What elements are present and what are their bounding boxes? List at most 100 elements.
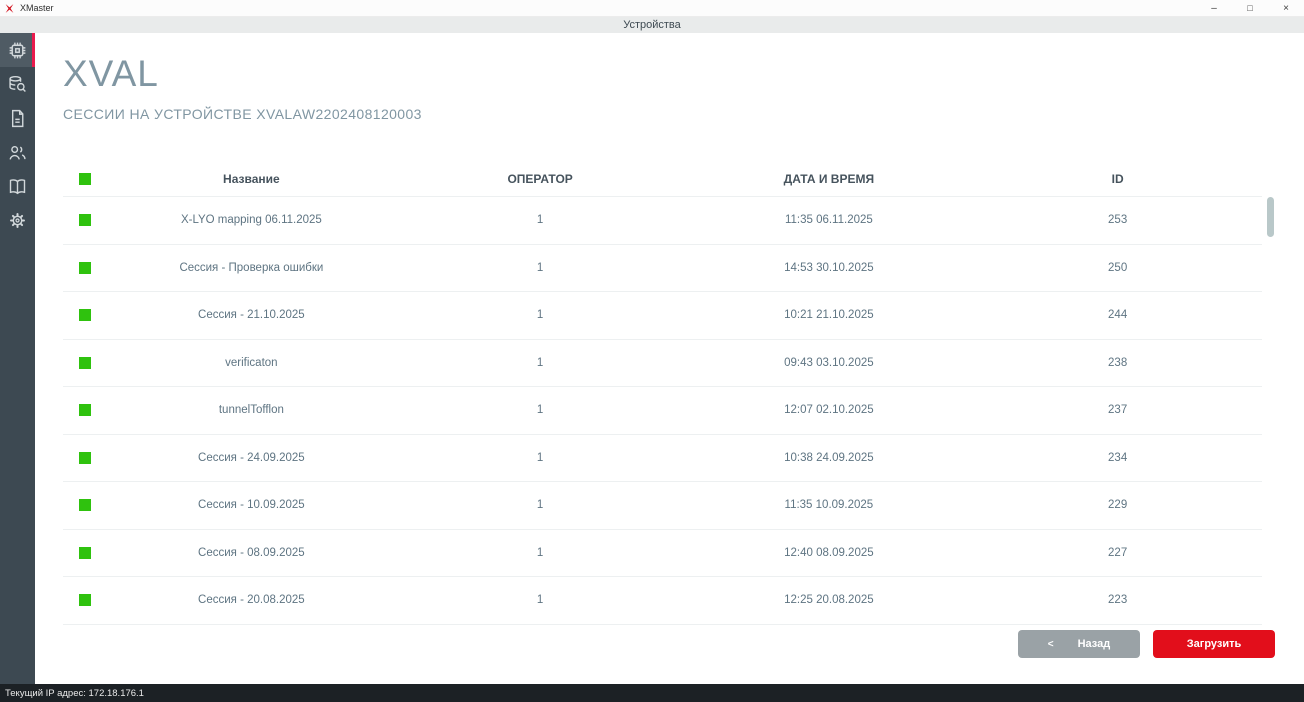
session-operator-cell: 1 [396, 547, 685, 559]
session-datetime-cell: 12:25 20.08.2025 [685, 594, 974, 606]
sidebar-item-settings[interactable] [0, 203, 35, 237]
session-datetime-cell: 14:53 30.10.2025 [685, 262, 974, 274]
column-header-id: ID [973, 172, 1262, 186]
close-button[interactable]: × [1268, 0, 1304, 16]
table-row[interactable]: verificaton 1 09:43 03.10.2025 238 [63, 339, 1262, 387]
main-content: XVAL СЕССИИ НА УСТРОЙСТВЕ XVALAW22024081… [35, 33, 1304, 684]
sidebar-item-documents[interactable] [0, 101, 35, 135]
session-id-cell: 238 [973, 357, 1262, 369]
session-id-cell: 227 [973, 547, 1262, 559]
status-cell [63, 309, 107, 321]
gear-icon [7, 210, 28, 231]
table-row[interactable]: Сессия - 21.10.2025 1 10:21 21.10.2025 2… [63, 291, 1262, 339]
table-row[interactable]: Сессия - Проверка ошибки 1 14:53 30.10.2… [63, 244, 1262, 292]
table-row[interactable]: Сессия - 08.09.2025 1 12:40 08.09.2025 2… [63, 529, 1262, 577]
table-row[interactable]: Сессия - 10.09.2025 1 11:35 10.09.2025 2… [63, 481, 1262, 529]
table-row[interactable]: Сессия - 24.09.2025 1 10:38 24.09.2025 2… [63, 434, 1262, 482]
session-datetime-cell: 11:35 06.11.2025 [685, 214, 974, 226]
window-controls: – □ × [1196, 0, 1304, 16]
session-operator-cell: 1 [396, 594, 685, 606]
session-name-cell: Сессия - 10.09.2025 [107, 499, 396, 511]
sidebar-item-users[interactable] [0, 135, 35, 169]
status-square-icon [79, 173, 91, 185]
session-operator-cell: 1 [396, 309, 685, 321]
column-header-datetime: ДАТА И ВРЕМЯ [685, 172, 974, 186]
status-square-icon [79, 547, 91, 559]
session-operator-cell: 1 [396, 452, 685, 464]
status-square-icon [79, 404, 91, 416]
status-square-icon [79, 262, 91, 274]
sidebar-item-devices[interactable] [0, 33, 35, 67]
sessions-table-body: X-LYO mapping 06.11.2025 1 11:35 06.11.2… [63, 196, 1262, 625]
session-datetime-cell: 10:21 21.10.2025 [685, 309, 974, 321]
page-subtitle: СЕССИИ НА УСТРОЙСТВЕ XVALAW2202408120003 [63, 106, 422, 122]
maximize-button[interactable]: □ [1232, 0, 1268, 16]
session-operator-cell: 1 [396, 499, 685, 511]
status-cell [63, 214, 107, 226]
table-row[interactable]: tunnelTofflon 1 12:07 02.10.2025 237 [63, 386, 1262, 434]
back-button[interactable]: < Назад [1018, 630, 1140, 658]
chevron-left-icon: < [1048, 639, 1054, 650]
table-scrollbar-thumb[interactable] [1267, 197, 1274, 237]
session-id-cell: 229 [973, 499, 1262, 511]
users-icon [7, 142, 28, 163]
status-column-header [63, 173, 107, 185]
status-cell [63, 357, 107, 369]
load-button[interactable]: Загрузить [1153, 630, 1275, 658]
column-header-operator: ОПЕРАТОР [396, 172, 685, 186]
session-id-cell: 250 [973, 262, 1262, 274]
session-id-cell: 234 [973, 452, 1262, 464]
current-ip-text: Текущий IP адрес: 172.18.176.1 [5, 688, 144, 699]
session-operator-cell: 1 [396, 404, 685, 416]
session-operator-cell: 1 [396, 262, 685, 274]
status-cell [63, 594, 107, 606]
status-square-icon [79, 594, 91, 606]
chip-icon [7, 40, 28, 61]
window-titlebar: XMaster – □ × [0, 0, 1304, 17]
sidebar-item-data-search[interactable] [0, 67, 35, 101]
status-square-icon [79, 214, 91, 226]
xmaster-logo-icon [4, 3, 15, 14]
sidebar-item-manual[interactable] [0, 169, 35, 203]
session-name-cell: X-LYO mapping 06.11.2025 [107, 214, 396, 226]
app-header-title: Устройства [623, 19, 681, 31]
status-cell [63, 452, 107, 464]
column-header-name: Название [107, 172, 396, 186]
session-name-cell: Сессия - 20.08.2025 [107, 594, 396, 606]
sidebar-nav [0, 33, 35, 684]
database-search-icon [7, 74, 28, 95]
table-row[interactable]: Сессия - 20.08.2025 1 12:25 20.08.2025 2… [63, 576, 1262, 624]
minimize-button[interactable]: – [1196, 0, 1232, 16]
back-button-label: Назад [1078, 638, 1111, 650]
session-id-cell: 223 [973, 594, 1262, 606]
session-name-cell: tunnelTofflon [107, 404, 396, 416]
status-cell [63, 262, 107, 274]
session-datetime-cell: 10:38 24.09.2025 [685, 452, 974, 464]
book-icon [7, 176, 28, 197]
status-cell [63, 499, 107, 511]
session-id-cell: 253 [973, 214, 1262, 226]
status-square-icon [79, 452, 91, 464]
session-id-cell: 244 [973, 309, 1262, 321]
session-name-cell: verificaton [107, 357, 396, 369]
session-operator-cell: 1 [396, 357, 685, 369]
session-name-cell: Сессия - 24.09.2025 [107, 452, 396, 464]
session-datetime-cell: 09:43 03.10.2025 [685, 357, 974, 369]
session-name-cell: Сессия - 08.09.2025 [107, 547, 396, 559]
status-square-icon [79, 309, 91, 321]
window-title: XMaster [20, 3, 54, 13]
status-square-icon [79, 357, 91, 369]
session-datetime-cell: 11:35 10.09.2025 [685, 499, 974, 511]
session-datetime-cell: 12:07 02.10.2025 [685, 404, 974, 416]
app-header: Устройства [0, 17, 1304, 33]
table-row[interactable]: X-LYO mapping 06.11.2025 1 11:35 06.11.2… [63, 196, 1262, 244]
session-operator-cell: 1 [396, 214, 685, 226]
status-square-icon [79, 499, 91, 511]
session-datetime-cell: 12:40 08.09.2025 [685, 547, 974, 559]
sessions-table-header: Название ОПЕРАТОР ДАТА И ВРЕМЯ ID [63, 162, 1262, 196]
sessions-table: Название ОПЕРАТОР ДАТА И ВРЕМЯ ID X-LYO … [63, 162, 1262, 625]
session-name-cell: Сессия - 21.10.2025 [107, 309, 396, 321]
status-bar: Текущий IP адрес: 172.18.176.1 [0, 684, 1304, 702]
page-title: XVAL [63, 53, 159, 95]
status-cell [63, 404, 107, 416]
